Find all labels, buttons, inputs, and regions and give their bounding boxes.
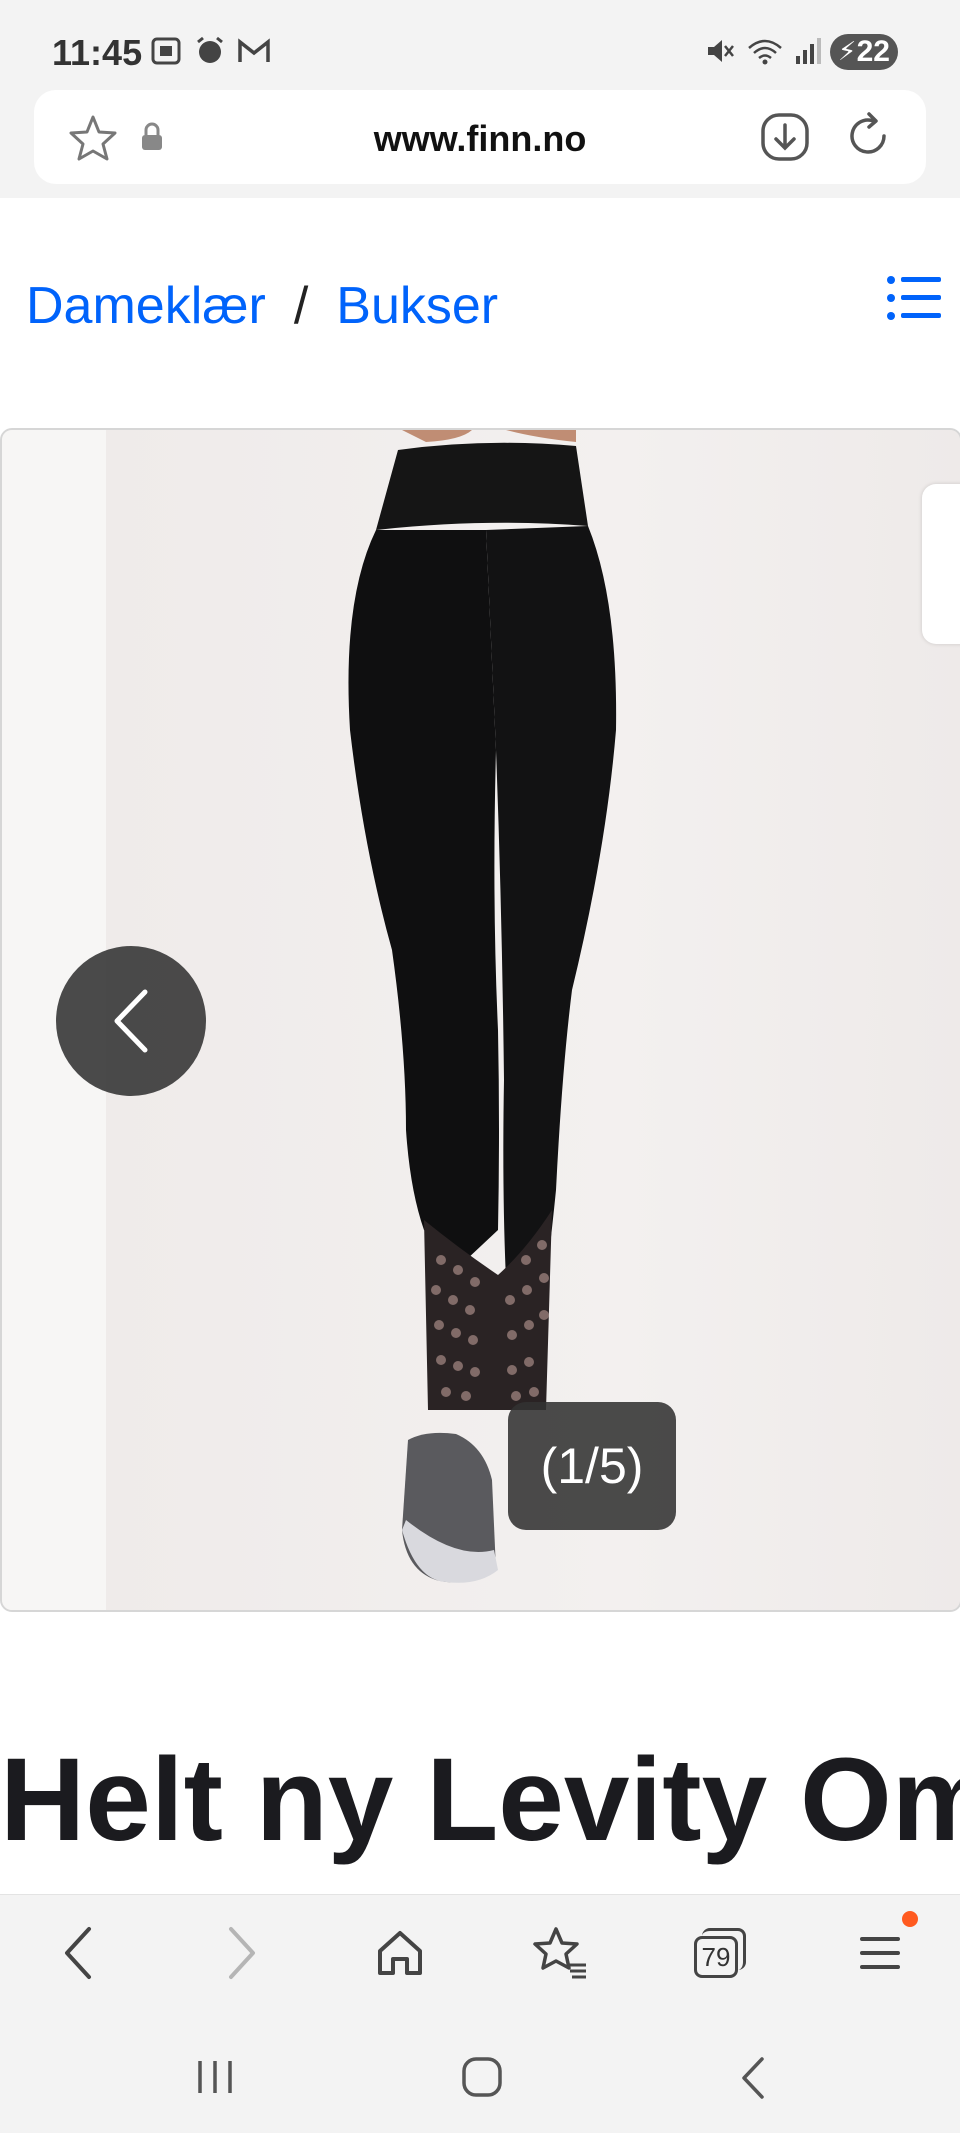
wifi-icon: [748, 39, 782, 65]
breadcrumb-link-bukser[interactable]: Bukser: [336, 276, 498, 336]
image-counter: (1/5): [508, 1402, 676, 1530]
recent-apps-icon[interactable]: [194, 2057, 236, 2097]
reload-icon[interactable]: [842, 110, 894, 162]
breadcrumb: Dameklær / Bukser: [26, 276, 498, 336]
breadcrumb-separator: /: [293, 277, 309, 335]
download-icon[interactable]: [760, 112, 810, 162]
status-bar: 11:45 ⚡ 22: [0, 0, 960, 90]
charging-bolt-icon: ⚡: [838, 36, 857, 66]
image-gallery[interactable]: (1/5): [0, 428, 960, 1612]
menu-button[interactable]: [844, 1911, 918, 1989]
home-icon: [378, 1931, 422, 1975]
listing-title: Helt ny Levity Omb: [0, 1734, 960, 1866]
status-time: 11:45: [52, 32, 143, 73]
hamburger-menu-icon: [860, 1937, 900, 1969]
favorite-side-tab[interactable]: [922, 484, 960, 644]
mute-icon: [708, 40, 734, 62]
forward-arrow-icon: [229, 1927, 255, 1979]
category-list-icon[interactable]: [886, 272, 942, 324]
home-nav-icon[interactable]: [460, 2055, 504, 2099]
tabs-icon: 79: [694, 1928, 746, 1978]
browser-top-bar: www.finn.no: [0, 90, 960, 198]
tab-count: 79: [701, 1941, 731, 1972]
alarm-icon: [197, 36, 223, 63]
browser-bottom-toolbar: 79: [0, 1894, 960, 2013]
gmail-icon: [238, 38, 270, 62]
home-button[interactable]: [364, 1917, 436, 1989]
bookmarks-button[interactable]: [524, 1917, 596, 1989]
chevron-left-icon: [114, 989, 148, 1053]
signal-icon: [796, 38, 821, 64]
bookmarks-star-icon: [533, 1927, 586, 1979]
back-button[interactable]: [42, 1917, 114, 1989]
breadcrumb-link-dameklaer[interactable]: Dameklær: [26, 276, 266, 336]
tabs-button[interactable]: 79: [684, 1917, 756, 1989]
notification-dot: [902, 1911, 918, 1927]
back-nav-icon[interactable]: [736, 2055, 770, 2101]
back-arrow-icon: [65, 1927, 91, 1979]
battery-level: 22: [856, 35, 890, 68]
battery-icon: ⚡ 22: [830, 34, 898, 70]
system-navigation-bar: [0, 2013, 960, 2133]
previous-image-button[interactable]: [56, 946, 206, 1096]
address-bar[interactable]: www.finn.no: [34, 90, 926, 184]
screenshot-icon: [151, 37, 181, 65]
forward-button[interactable]: [206, 1917, 278, 1989]
